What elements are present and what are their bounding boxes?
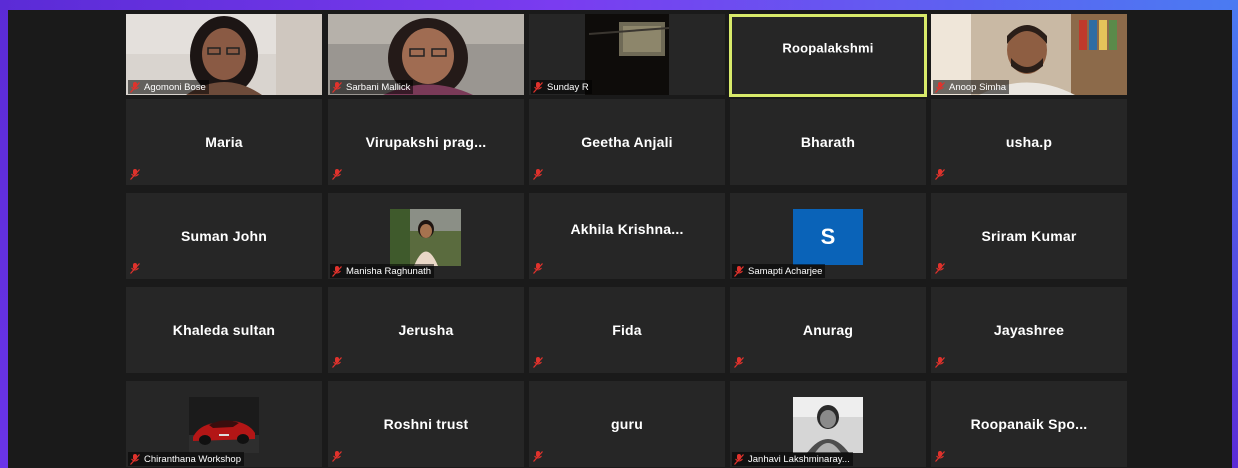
participant-name: Suman John — [180, 228, 267, 244]
participant-name: Roopalakshmi — [782, 40, 874, 56]
participant-tile-sarbani-mallick[interactable]: Sarbani Mallick — [328, 14, 524, 95]
participant-name: Agomoni Bose — [144, 81, 206, 93]
mic-muted-icon — [130, 453, 140, 465]
participant-tile-anurag[interactable]: Anurag — [730, 287, 926, 373]
participant-name: Janhavi Lakshminaray... — [748, 453, 850, 465]
mic-muted-icon — [935, 169, 945, 180]
participant-tile-roshni-trust[interactable]: Roshni trust — [328, 381, 524, 467]
participant-tile-jerusha[interactable]: Jerusha — [328, 287, 524, 373]
mic-muted-icon — [332, 169, 342, 180]
participant-name: Anoop Simha — [949, 81, 1007, 93]
participant-name: Jerusha — [398, 322, 454, 338]
mic-muted-icon — [130, 263, 140, 274]
profile-photo — [189, 397, 259, 453]
participant-name-label: Manisha Raghunath — [330, 264, 435, 278]
participant-name: Bharath — [800, 134, 856, 150]
participant-tile-akhila-krishna[interactable]: Akhila Krishna... — [529, 193, 725, 279]
participant-name: Jayashree — [993, 322, 1065, 338]
participant-name: Manisha Raghunath — [346, 265, 432, 277]
participant-tile-khaleda-sultan[interactable]: Khaleda sultan — [126, 287, 322, 373]
participant-name: Geetha Anjali — [581, 134, 673, 150]
participant-tile-agomoni-bose[interactable]: Agomoni Bose — [126, 14, 322, 95]
participant-tile-bharath[interactable]: Bharath — [730, 99, 926, 185]
window-right-border — [1232, 0, 1238, 468]
mic-muted-icon — [734, 357, 744, 368]
mic-muted-icon — [533, 81, 543, 93]
mic-muted-icon — [130, 81, 140, 93]
participant-tile-roopanaik[interactable]: Roopanaik Spo... — [931, 381, 1127, 467]
participant-tile-chiranthana-workshop[interactable]: Chiranthana Workshop — [126, 381, 322, 467]
participant-name: Sarbani Mallick — [346, 81, 411, 93]
participant-name-label: Anoop Simha — [933, 80, 1010, 94]
participant-name: Maria — [205, 134, 243, 150]
mic-muted-icon — [533, 451, 543, 462]
mic-muted-icon — [332, 265, 342, 277]
participant-name: Roopanaik Spo... — [970, 416, 1088, 432]
mic-muted-icon — [332, 81, 342, 93]
mic-muted-icon — [130, 169, 140, 180]
mic-muted-icon — [332, 451, 342, 462]
participant-name: Chiranthana Workshop — [144, 453, 241, 465]
mic-muted-icon — [533, 169, 543, 180]
mic-muted-icon — [935, 263, 945, 274]
window-left-border — [0, 0, 8, 468]
avatar: S — [793, 209, 863, 265]
participant-tile-anoop-simha[interactable]: Anoop Simha — [931, 14, 1127, 95]
participant-name: Sriram Kumar — [981, 228, 1077, 244]
participant-tile-fida[interactable]: Fida — [529, 287, 725, 373]
participant-tile-jayashree[interactable]: Jayashree — [931, 287, 1127, 373]
participant-name: Roshni trust — [383, 416, 469, 432]
participant-name: Sunday R — [547, 81, 589, 93]
participant-tile-virupakshi[interactable]: Virupakshi prag... — [328, 99, 524, 185]
participant-name: Fida — [612, 322, 642, 338]
mic-muted-icon — [935, 451, 945, 462]
participant-tile-sriram-kumar[interactable]: Sriram Kumar — [931, 193, 1127, 279]
gallery-view: Agomoni Bose Sarbani Mallick Sunday R Ro… — [8, 10, 1232, 468]
mic-muted-icon — [935, 81, 945, 93]
participant-name-label: Agomoni Bose — [128, 80, 209, 94]
participant-tile-usha-p[interactable]: usha.p — [931, 99, 1127, 185]
mic-muted-icon — [734, 265, 744, 277]
participant-name: Khaleda sultan — [172, 322, 276, 338]
participant-name-label: Sarbani Mallick — [330, 80, 414, 94]
participant-name: Akhila Krishna... — [570, 221, 684, 238]
participant-name-label: Janhavi Lakshminaray... — [732, 452, 853, 466]
participant-tile-sunday-r[interactable]: Sunday R — [529, 14, 725, 95]
window-top-border — [0, 0, 1238, 10]
mic-muted-icon — [332, 357, 342, 368]
mic-muted-icon — [734, 453, 744, 465]
participant-name-label: Chiranthana Workshop — [128, 452, 244, 466]
profile-photo — [390, 209, 461, 266]
participant-tile-manisha-raghunath[interactable]: Manisha Raghunath — [328, 193, 524, 279]
participant-name: Virupakshi prag... — [365, 134, 487, 150]
participant-tile-guru[interactable]: guru — [529, 381, 725, 467]
participant-name: guru — [611, 416, 643, 432]
mic-muted-icon — [533, 357, 543, 368]
profile-photo — [793, 397, 863, 453]
participant-tile-suman-john[interactable]: Suman John — [126, 193, 322, 279]
participant-name-label: Sunday R — [531, 80, 592, 94]
participant-name-label: Samapti Acharjee — [732, 264, 826, 278]
mic-muted-icon — [935, 357, 945, 368]
participant-tile-janhavi[interactable]: Janhavi Lakshminaray... — [730, 381, 926, 467]
participant-name: Samapti Acharjee — [748, 265, 823, 277]
participant-tile-geetha-anjali[interactable]: Geetha Anjali — [529, 99, 725, 185]
participant-tile-roopalakshmi[interactable]: Roopalakshmi — [729, 14, 927, 97]
participant-tile-samapti-acharjee[interactable]: S Samapti Acharjee — [730, 193, 926, 279]
participant-tile-maria[interactable]: Maria — [126, 99, 322, 185]
mic-muted-icon — [533, 263, 543, 274]
participant-name: Anurag — [802, 322, 854, 338]
participant-name: usha.p — [1005, 134, 1053, 150]
